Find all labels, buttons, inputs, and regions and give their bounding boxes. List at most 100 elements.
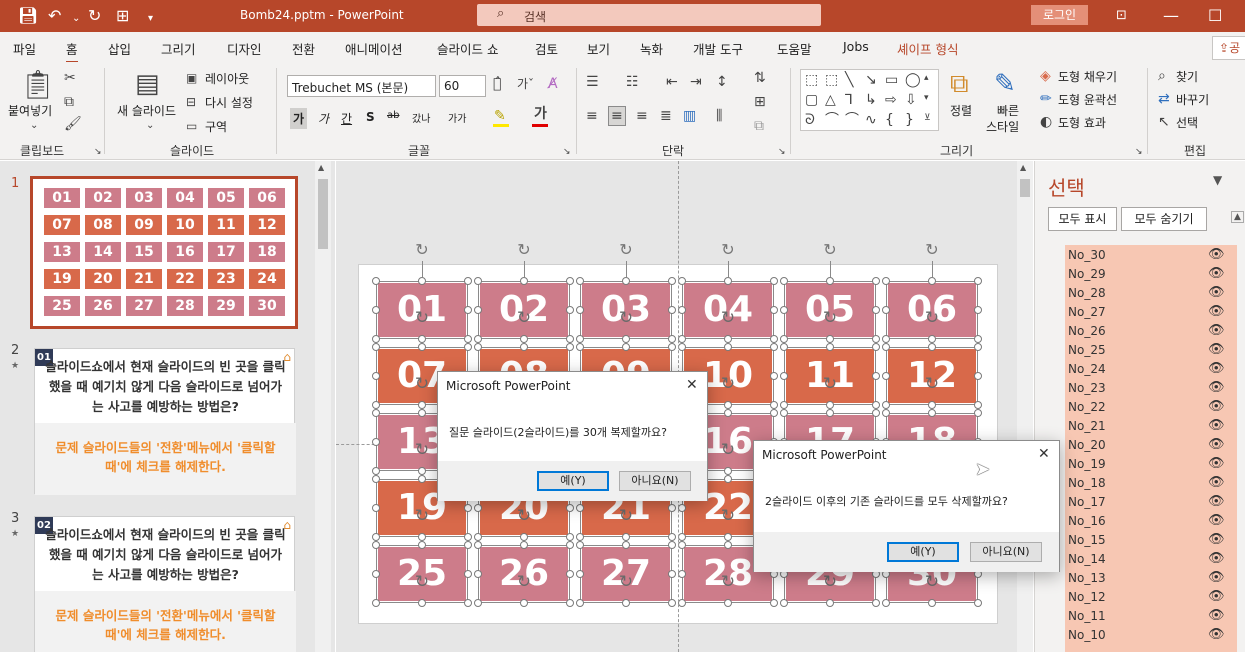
strikethrough-button[interactable]: ab bbox=[387, 110, 399, 121]
paste-icon[interactable]: 📋︎ bbox=[20, 70, 56, 100]
selection-list-item[interactable]: No_26 👁︎ bbox=[1065, 321, 1237, 340]
resize-handle[interactable] bbox=[780, 599, 788, 607]
resize-handle[interactable] bbox=[464, 306, 472, 314]
resize-handle[interactable] bbox=[372, 306, 380, 314]
undo-dropdown-icon[interactable]: ⌄ bbox=[72, 10, 80, 28]
resize-handle[interactable] bbox=[464, 570, 472, 578]
right-brace-icon[interactable]: } bbox=[905, 112, 914, 128]
resize-handle[interactable] bbox=[520, 541, 528, 549]
resize-handle[interactable] bbox=[576, 570, 584, 578]
visibility-eye-icon[interactable]: 👁︎ bbox=[1208, 551, 1225, 566]
tab-developer[interactable]: 개발 도구 bbox=[693, 39, 743, 58]
resize-handle[interactable] bbox=[872, 599, 880, 607]
resize-handle[interactable] bbox=[780, 401, 788, 409]
scrollbar-thumb[interactable] bbox=[318, 179, 328, 249]
resize-handle[interactable] bbox=[872, 409, 880, 417]
resize-handle[interactable] bbox=[566, 504, 574, 512]
resize-handle[interactable] bbox=[770, 401, 778, 409]
resize-handle[interactable] bbox=[780, 343, 788, 351]
bold-button[interactable]: 가 bbox=[290, 108, 308, 129]
columns-icon[interactable]: ⫼ bbox=[716, 108, 722, 124]
visibility-eye-icon[interactable]: 👁︎ bbox=[1208, 342, 1225, 357]
resize-handle[interactable] bbox=[882, 409, 890, 417]
close-icon[interactable]: ✕ bbox=[1038, 446, 1050, 462]
resize-handle[interactable] bbox=[882, 306, 890, 314]
resize-handle[interactable] bbox=[882, 401, 890, 409]
resize-handle[interactable] bbox=[826, 599, 834, 607]
resize-handle[interactable] bbox=[724, 335, 732, 343]
rotate-icon[interactable]: ↻ bbox=[719, 573, 737, 591]
selection-list-item[interactable]: No_29 👁︎ bbox=[1065, 264, 1237, 283]
show-all-button[interactable]: 모두 표시 bbox=[1048, 207, 1117, 231]
resize-handle[interactable] bbox=[882, 343, 890, 351]
resize-handle[interactable] bbox=[418, 475, 426, 483]
arc-icon[interactable]: ⌒ bbox=[845, 112, 859, 128]
resize-handle[interactable] bbox=[418, 599, 426, 607]
resize-handle[interactable] bbox=[474, 343, 482, 351]
visibility-eye-icon[interactable]: 👁︎ bbox=[1208, 532, 1225, 547]
yes-button[interactable]: 예(Y) bbox=[537, 471, 609, 491]
resize-handle[interactable] bbox=[724, 343, 732, 351]
paste-dropdown-icon[interactable]: ⌄ bbox=[30, 118, 38, 134]
rectangle-icon[interactable]: ▭ bbox=[885, 72, 898, 88]
resize-handle[interactable] bbox=[928, 335, 936, 343]
selection-list-item[interactable]: No_20 👁︎ bbox=[1065, 435, 1237, 454]
resize-handle[interactable] bbox=[566, 343, 574, 351]
resize-handle[interactable] bbox=[724, 277, 732, 285]
resize-handle[interactable] bbox=[576, 541, 584, 549]
rotate-icon[interactable]: ↻ bbox=[515, 309, 533, 327]
selection-list-item[interactable]: No_15 👁︎ bbox=[1065, 530, 1237, 549]
resize-handle[interactable] bbox=[372, 335, 380, 343]
resize-handle[interactable] bbox=[418, 409, 426, 417]
resize-handle[interactable] bbox=[372, 475, 380, 483]
rotate-icon[interactable]: ↻ bbox=[413, 573, 431, 591]
tab-animations[interactable]: 애니메이션 bbox=[345, 39, 403, 58]
cut-icon[interactable]: ✂ bbox=[64, 70, 76, 86]
login-button[interactable]: 로그인 bbox=[1031, 5, 1088, 25]
resize-handle[interactable] bbox=[474, 541, 482, 549]
resize-handle[interactable] bbox=[474, 277, 482, 285]
customize-toolbar-icon[interactable]: ▾ bbox=[148, 10, 153, 28]
resize-handle[interactable] bbox=[372, 401, 380, 409]
align-left-icon[interactable]: ≡ bbox=[586, 108, 598, 124]
resize-handle[interactable] bbox=[780, 409, 788, 417]
selection-list-item[interactable]: No_23 👁︎ bbox=[1065, 378, 1237, 397]
hide-all-button[interactable]: 모두 숨기기 bbox=[1121, 207, 1207, 231]
resize-handle[interactable] bbox=[372, 599, 380, 607]
no-button[interactable]: 아니요(N) bbox=[619, 471, 691, 491]
selection-list-item[interactable]: No_25 👁︎ bbox=[1065, 340, 1237, 359]
search-box[interactable]: ⌕ 검색 bbox=[477, 4, 821, 26]
resize-handle[interactable] bbox=[974, 343, 982, 351]
elbow-arrow-icon[interactable]: ↳ bbox=[865, 92, 877, 108]
resize-handle[interactable] bbox=[770, 277, 778, 285]
rotate-icon[interactable]: ↻ bbox=[617, 573, 635, 591]
underline-button[interactable]: 간 bbox=[341, 110, 352, 127]
resize-handle[interactable] bbox=[464, 343, 472, 351]
new-slide-icon[interactable]: ▤ bbox=[135, 70, 160, 98]
visibility-eye-icon[interactable]: 👁︎ bbox=[1208, 266, 1225, 281]
rotate-icon[interactable]: ↻ bbox=[617, 507, 635, 525]
resize-handle[interactable] bbox=[724, 541, 732, 549]
resize-handle[interactable] bbox=[678, 533, 686, 541]
resize-handle[interactable] bbox=[780, 372, 788, 380]
resize-handle[interactable] bbox=[780, 306, 788, 314]
text-direction-icon[interactable]: ⇅ bbox=[754, 70, 766, 86]
resize-handle[interactable] bbox=[678, 504, 686, 512]
resize-handle[interactable] bbox=[826, 335, 834, 343]
rotate-icon[interactable]: ↻ bbox=[413, 375, 431, 393]
tab-home[interactable]: 홈 bbox=[66, 39, 78, 63]
selection-list-item[interactable]: No_14 👁︎ bbox=[1065, 549, 1237, 568]
gallery-more-icon[interactable]: ⊻ bbox=[924, 110, 931, 126]
tab-record[interactable]: 녹화 bbox=[640, 39, 663, 58]
scroll-up-icon[interactable]: ▲ bbox=[1020, 163, 1026, 172]
resize-handle[interactable] bbox=[622, 541, 630, 549]
selection-list-item[interactable]: No_10 👁︎ bbox=[1065, 625, 1237, 644]
resize-handle[interactable] bbox=[668, 306, 676, 314]
rotate-icon[interactable]: ↻ bbox=[515, 507, 533, 525]
resize-handle[interactable] bbox=[668, 570, 676, 578]
tab-file[interactable]: 파일 bbox=[13, 39, 36, 58]
align-center-icon[interactable]: ≡ bbox=[608, 106, 626, 126]
resize-handle[interactable] bbox=[882, 372, 890, 380]
selection-list-item[interactable]: No_12 👁︎ bbox=[1065, 587, 1237, 606]
selection-list-item[interactable]: No_28 👁︎ bbox=[1065, 283, 1237, 302]
